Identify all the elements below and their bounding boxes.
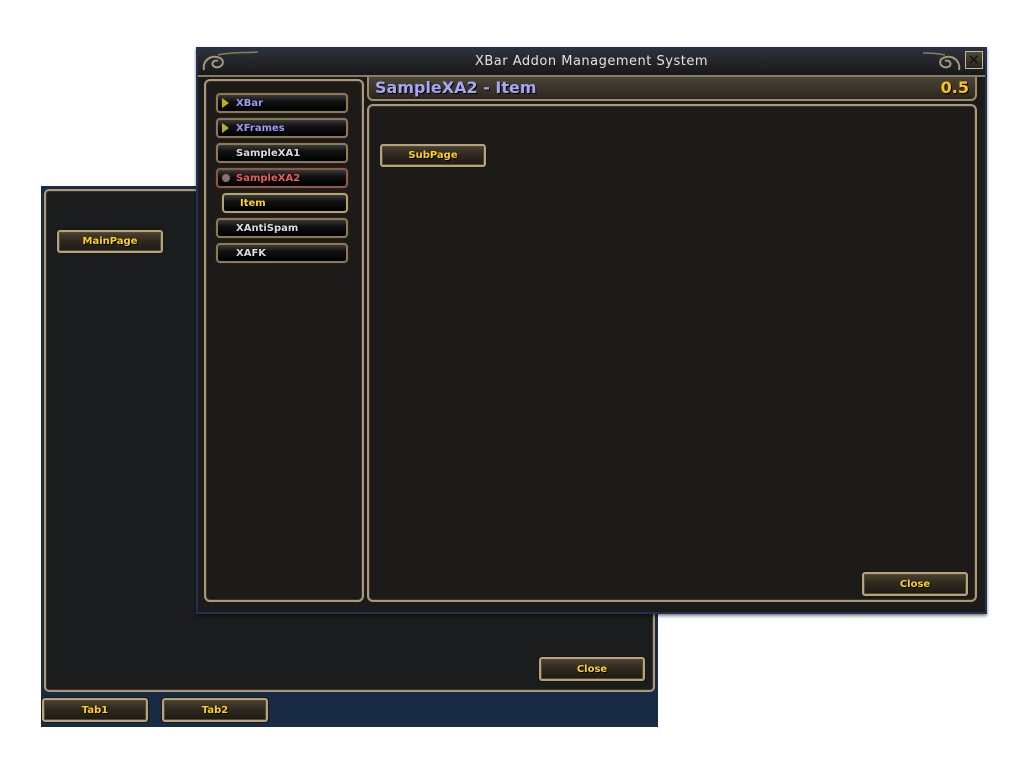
sidebar-item-xafk[interactable]: XAFK (216, 243, 348, 263)
sidebar-item-label: SampleXA1 (236, 147, 301, 159)
close-button[interactable]: Close (862, 572, 968, 596)
expand-arrow-icon (222, 98, 229, 108)
tab-1[interactable]: Tab1 (42, 698, 148, 722)
expand-arrow-icon (222, 123, 229, 133)
content-panel: SubPage Close (367, 104, 977, 602)
sidebar-item-label: XBar (236, 97, 264, 109)
status-dot-icon (222, 174, 230, 182)
addon-sidebar: XBar XFrames SampleXA1 SampleXA2 Item XA… (204, 79, 364, 602)
ornament-left-icon (202, 51, 259, 71)
sidebar-item-xbar[interactable]: XBar (216, 93, 348, 113)
sidebar-item-xframes[interactable]: XFrames (216, 118, 348, 138)
sidebar-item-label: XFrames (236, 122, 285, 134)
sidebar-item-label: XAntiSpam (236, 222, 299, 234)
tab-2[interactable]: Tab2 (162, 698, 268, 722)
subpage-button[interactable]: SubPage (380, 144, 486, 167)
sidebar-item-xantispam[interactable]: XAntiSpam (216, 218, 348, 238)
page-title: SampleXA2 - Item (375, 78, 537, 97)
sidebar-item-samplexa1[interactable]: SampleXA1 (216, 143, 348, 163)
window-title: XBar Addon Management System (474, 54, 708, 69)
addon-manager-window: XBar Addon Management System ✕ XBar XFra… (196, 47, 987, 614)
content-header: SampleXA2 - Item 0.5 (367, 77, 977, 101)
sidebar-item-label: XAFK (236, 247, 267, 259)
version-label: 0.5 (940, 78, 969, 97)
sidebar-item-label: SampleXA2 (236, 172, 301, 184)
main-page-button[interactable]: MainPage (57, 230, 163, 253)
sidebar-item-label: Item (240, 197, 266, 209)
back-close-button[interactable]: Close (539, 657, 645, 681)
close-x-icon[interactable]: ✕ (965, 51, 983, 69)
sidebar-item-samplexa2[interactable]: SampleXA2 (216, 168, 348, 188)
sidebar-item-item[interactable]: Item (222, 193, 348, 213)
ornament-right-icon (923, 52, 961, 71)
title-bar[interactable]: XBar Addon Management System ✕ (198, 49, 985, 77)
